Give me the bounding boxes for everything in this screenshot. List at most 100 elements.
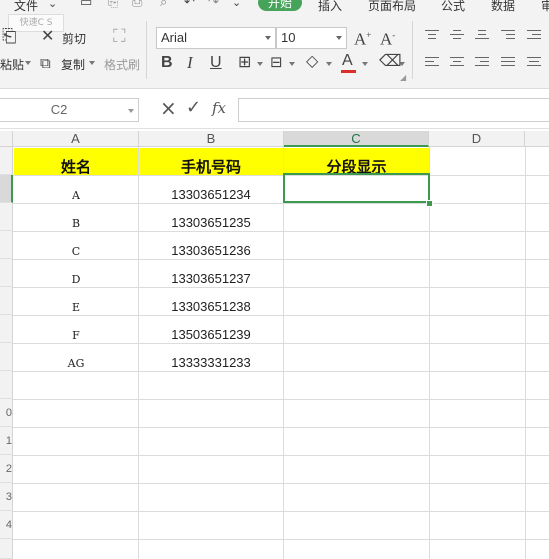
cancel-icon[interactable]: × [160, 98, 177, 118]
row-header-14[interactable]: 4 [0, 511, 13, 539]
row-header-2[interactable] [0, 175, 13, 203]
scissors-icon[interactable]: ✕ [41, 28, 54, 44]
tab-data[interactable]: 数据 [491, 0, 515, 13]
clear-dropdown-arrow[interactable] [399, 62, 405, 66]
select-all-corner[interactable] [0, 131, 13, 147]
name-box[interactable]: C2 [0, 98, 139, 122]
copy-button[interactable]: 复制 [61, 56, 85, 73]
font-name-value: Arial [161, 30, 188, 45]
align-bottom-icon[interactable] [475, 30, 489, 42]
decrease-font-icon[interactable]: A- [380, 27, 395, 48]
column-header-e[interactable] [525, 131, 549, 147]
open-icon[interactable]: ⎘ [108, 0, 118, 11]
insert-function-icon[interactable]: fx [212, 100, 226, 116]
menu-file[interactable]: 文件 [14, 0, 38, 13]
copy-icon[interactable]: ⧉ [40, 55, 51, 71]
row-header-9[interactable] [0, 371, 13, 399]
cell-phone[interactable]: 13303651237 [139, 271, 283, 286]
row-header-3[interactable] [0, 203, 13, 231]
formula-input[interactable] [238, 98, 549, 122]
column-header-d[interactable]: D [429, 131, 525, 147]
row-header-6[interactable] [0, 287, 13, 315]
align-center-icon[interactable] [450, 57, 464, 69]
print-icon[interactable]: ⎙ [132, 0, 142, 11]
indent-decrease-icon[interactable] [501, 30, 515, 42]
align-middle-icon[interactable] [450, 30, 464, 42]
justify-icon[interactable] [501, 57, 515, 69]
cell-phone[interactable]: 13303651234 [139, 187, 283, 202]
row-header-1[interactable] [0, 147, 13, 175]
bold-icon[interactable]: B [161, 55, 173, 71]
print-preview-icon[interactable]: ⌕ [160, 0, 167, 11]
font-size-select[interactable]: 10 [276, 27, 347, 49]
fill-dropdown-arrow[interactable] [326, 62, 332, 66]
borders-dropdown-arrow[interactable] [257, 62, 263, 66]
redo-icon[interactable]: ↷ [208, 0, 219, 11]
cell-name[interactable]: D [14, 273, 138, 286]
fill-color-icon[interactable]: ◇ [306, 53, 318, 69]
cell-phone[interactable]: 13303651235 [139, 215, 283, 230]
cell-name[interactable]: C [14, 245, 138, 258]
font-name-select[interactable]: Arial [156, 27, 276, 49]
row-header-12[interactable]: 2 [0, 455, 13, 483]
cell-name[interactable]: E [14, 301, 138, 314]
row-header-4[interactable] [0, 231, 13, 259]
align-top-icon[interactable] [425, 30, 439, 42]
row-header-13[interactable]: 3 [0, 483, 13, 511]
distributed-align-icon[interactable] [527, 57, 541, 69]
font-dialog-launcher-icon[interactable]: ◢ [400, 70, 406, 86]
cell-phone[interactable]: 13303651236 [139, 243, 283, 258]
column-header-b[interactable]: B [139, 131, 284, 147]
italic-icon[interactable]: I [187, 54, 193, 71]
copy-dropdown-arrow[interactable] [89, 61, 95, 65]
tab-page-layout[interactable]: 页面布局 [368, 0, 416, 13]
cell-name[interactable]: B [14, 217, 138, 230]
chevron-down-icon[interactable]: ⌄ [48, 0, 57, 12]
row-header-10[interactable]: 0 [0, 399, 13, 427]
column-header-a[interactable]: A [13, 131, 139, 147]
cell-b1-header[interactable]: 手机号码 [139, 156, 283, 177]
cell-name[interactable]: F [14, 329, 138, 342]
underline-icon[interactable]: U [210, 55, 222, 71]
cell-phone[interactable]: 13333331233 [139, 355, 283, 370]
style-dropdown-arrow[interactable] [289, 62, 295, 66]
column-header-c[interactable]: C [284, 131, 429, 147]
paste-button[interactable]: 粘贴 [0, 56, 24, 73]
cell-a1-header[interactable]: 姓名 [14, 156, 138, 177]
align-left-icon[interactable] [425, 57, 439, 69]
paste-icon[interactable]: ⎗ [2, 28, 16, 46]
row-header-8[interactable] [0, 343, 13, 371]
tab-formulas[interactable]: 公式 [441, 0, 465, 13]
increase-font-icon[interactable]: A+ [354, 27, 371, 48]
tab-insert[interactable]: 插入 [318, 0, 342, 13]
tab-home[interactable]: 开始 [258, 0, 302, 11]
borders-icon[interactable]: ⊞ [238, 54, 251, 70]
indent-increase-icon[interactable] [527, 30, 541, 42]
row-header-5[interactable] [0, 259, 13, 287]
menu-bar: 文件 ⌄ ▭ ⎘ ⎙ ⌕ ↶ ↷ ⌄ 开始 插入 页面布局 公式 数据 审 [0, 0, 549, 13]
eraser-icon[interactable]: ⌫ [379, 53, 402, 69]
fill-handle[interactable] [426, 200, 433, 207]
formula-bar: C2 × ✓ fx [0, 89, 549, 129]
active-cell-c2[interactable] [283, 173, 430, 203]
cell-phone[interactable]: 13303651238 [139, 299, 283, 314]
cell-name[interactable]: AG [14, 357, 138, 370]
font-color-icon[interactable]: A [342, 53, 353, 69]
cell-phone[interactable]: 13503651239 [139, 327, 283, 342]
paste-dropdown-arrow[interactable] [25, 61, 31, 65]
row-header-7[interactable] [0, 315, 13, 343]
tab-review[interactable]: 审 [541, 0, 549, 13]
align-right-icon[interactable] [475, 57, 489, 69]
font-color-dropdown-arrow[interactable] [362, 62, 368, 66]
merge-style-icon[interactable]: ⊟ [270, 54, 283, 70]
format-painter-button[interactable]: 格式刷 [104, 56, 140, 73]
cell-name[interactable]: A [14, 189, 138, 202]
save-icon[interactable]: ▭ [80, 0, 92, 11]
cut-button[interactable]: 剪切 [62, 30, 86, 47]
undo-icon[interactable]: ↶ [184, 0, 195, 11]
row-header-15[interactable] [0, 539, 13, 559]
more-icon[interactable]: ⌄ [232, 0, 241, 11]
row-header-11[interactable]: 1 [0, 427, 13, 455]
format-painter-icon[interactable]: ⛶ [113, 28, 126, 46]
confirm-icon[interactable]: ✓ [186, 99, 201, 117]
